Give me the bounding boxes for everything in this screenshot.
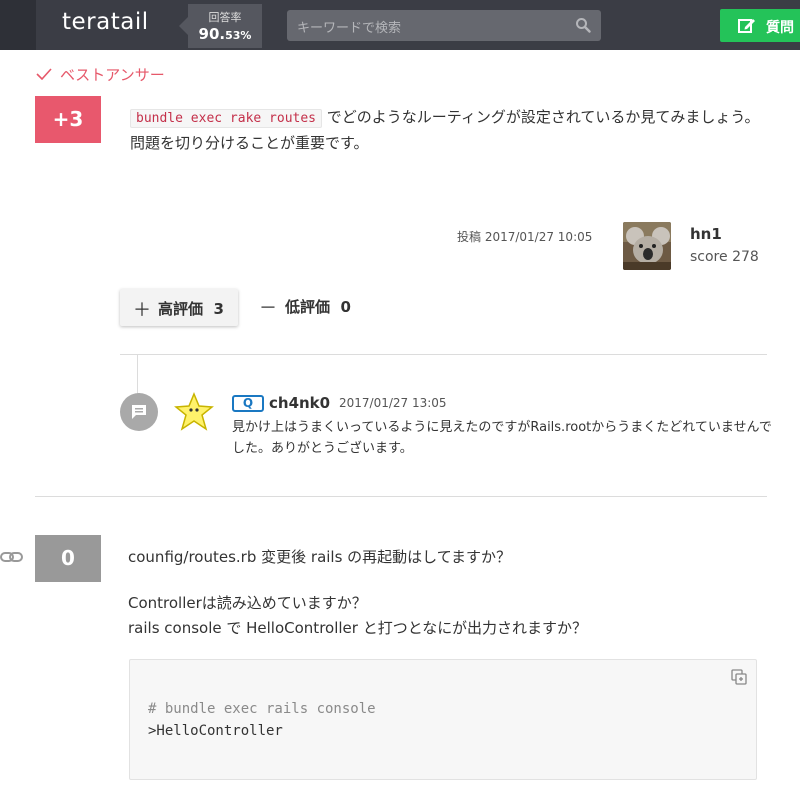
minus-icon: －: [259, 298, 277, 319]
post-timestamp: 投稿 2017/01/27 10:05: [457, 230, 593, 244]
star-avatar-icon[interactable]: [174, 392, 214, 432]
koala-avatar-icon: [623, 222, 671, 270]
downvote-label: 低評価: [285, 298, 331, 316]
search-icon[interactable]: [575, 17, 591, 33]
answer-text-line1: でどのようなルーティングが設定されているか見てみましょう。: [322, 108, 760, 126]
upvote-label: 高評価: [158, 300, 204, 318]
speech-bubble-icon: [132, 405, 146, 419]
answer2-line2: Controllerは読み込めていますか？: [128, 594, 367, 612]
ask-question-button[interactable]: 質問: [720, 9, 800, 42]
answer-body: bundle exec rake routes でどのようなルーティングが設定さ…: [130, 105, 766, 156]
comment-divider: [120, 354, 767, 355]
top-navigation-bar: teratail 回答率 90.53% キーワードで検索 質問: [0, 0, 800, 50]
answer-divider: [35, 496, 767, 497]
comment-thread-line: [137, 355, 138, 395]
downvote-count: 0: [340, 298, 351, 316]
answerer-score: score 278: [690, 249, 759, 265]
answer2-line3: rails console で HelloController と打つとなにが出…: [128, 619, 587, 637]
comment-text: 見かけ上はうまくいっているように見えたのですがRails.rootからうまくたど…: [232, 420, 772, 456]
copy-icon[interactable]: [731, 669, 747, 685]
comment-user-name[interactable]: ch4nk0: [269, 394, 330, 412]
search-placeholder: キーワードで検索: [297, 21, 402, 36]
comment-icon[interactable]: [120, 393, 158, 431]
search-input[interactable]: キーワードで検索: [287, 10, 601, 41]
answer-score-badge: +3: [35, 96, 101, 143]
comment-timestamp: 2017/01/27 13:05: [339, 396, 447, 410]
link-icon[interactable]: [0, 548, 24, 566]
edit-icon: [738, 19, 755, 33]
user-avatar[interactable]: [623, 222, 671, 270]
answer2-line1: counfig/routes.rb 変更後 rails の再起動はしてますか？: [128, 548, 511, 566]
answer-score-badge-2: 0: [35, 535, 101, 582]
answerer-name[interactable]: hn1: [690, 225, 722, 243]
ask-question-label: 質問: [766, 20, 794, 36]
header-left-edge: [0, 0, 36, 50]
code-line: >HelloController: [148, 723, 283, 739]
answer-rate-value: 90.53%: [198, 25, 252, 43]
upvote-count: 3: [213, 300, 224, 318]
answer-rate-badge: 回答率 90.53%: [179, 4, 262, 48]
code-block: # bundle exec rails console >HelloContro…: [129, 659, 757, 780]
check-icon: [36, 68, 52, 80]
upvote-button[interactable]: ＋ 高評価 3: [120, 289, 238, 326]
teratail-logo[interactable]: teratail: [62, 9, 149, 35]
answer-rate-label: 回答率: [208, 11, 242, 24]
inline-code: bundle exec rake routes: [130, 109, 323, 128]
questioner-badge: Q: [232, 395, 264, 412]
plus-icon: ＋: [133, 300, 151, 321]
code-comment-line: # bundle exec rails console: [148, 701, 376, 717]
answer-text-line2: 問題を切り分けることが重要です。: [130, 134, 369, 152]
